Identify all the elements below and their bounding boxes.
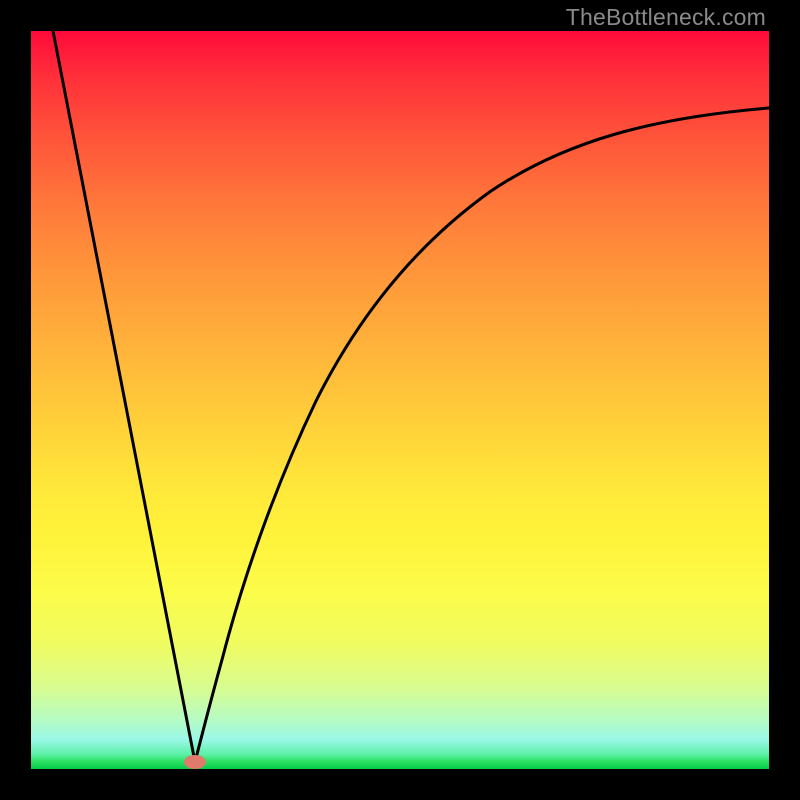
curve-path [53,31,769,762]
watermark-text: TheBottleneck.com [566,4,766,31]
curve-svg [31,31,769,769]
minimum-marker [184,755,206,769]
plot-outer [31,31,769,769]
chart-frame: TheBottleneck.com [0,0,800,800]
